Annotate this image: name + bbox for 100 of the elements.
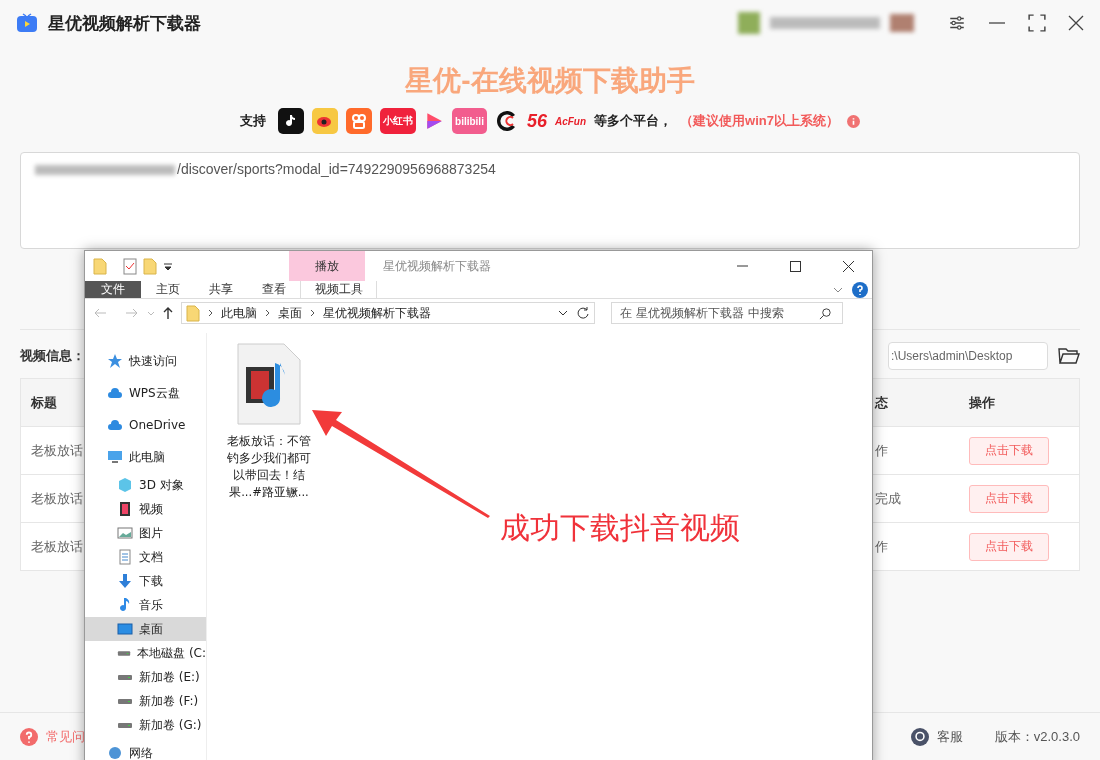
version-label: 版本：v2.0.3.0 xyxy=(994,727,1080,746)
video-file-icon[interactable] xyxy=(236,343,302,425)
ribbon-tab[interactable]: 主页 xyxy=(141,281,194,299)
chevron-right-icon xyxy=(310,309,315,318)
cube-icon xyxy=(117,477,133,493)
breadcrumb[interactable]: 星优视频解析下载器 xyxy=(323,304,431,322)
breadcrumb[interactable]: 此电脑 xyxy=(221,304,257,322)
platform-logo: 56 xyxy=(526,110,547,132)
ribbon-tab[interactable]: 视频工具 xyxy=(300,281,377,299)
maximize-icon[interactable] xyxy=(790,260,801,272)
folder-icon[interactable] xyxy=(1058,347,1080,365)
table-cell-text: 老板放话 xyxy=(30,441,83,460)
save-path-field[interactable]: :\Users\admin\Desktop xyxy=(888,342,1048,370)
cloud-icon xyxy=(107,388,123,398)
nav-label: 新加卷 (E:) xyxy=(139,668,200,686)
nav-item[interactable]: 快速访问 xyxy=(85,345,206,377)
desktop-icon xyxy=(117,623,133,635)
maximize-icon[interactable] xyxy=(1028,14,1046,32)
drive-icon xyxy=(117,673,133,681)
nav-label: 此电脑 xyxy=(129,448,165,466)
ribbon-tab[interactable]: 查看 xyxy=(247,281,300,299)
help-icon[interactable] xyxy=(20,727,38,746)
checklist-icon[interactable] xyxy=(123,257,137,275)
info-icon xyxy=(846,114,860,128)
film-icon xyxy=(119,501,131,517)
nav-label: 快速访问 xyxy=(129,352,177,370)
context-tab[interactable]: 播放 xyxy=(289,251,365,281)
nav-label: 3D 对象 xyxy=(139,476,184,494)
blurred-avatar xyxy=(890,14,914,32)
nav-item[interactable]: 视频 xyxy=(85,497,206,521)
up-arrow-icon[interactable] xyxy=(163,306,173,321)
nav-item[interactable]: 新加卷 (F:) xyxy=(85,689,206,713)
ribbon-tab[interactable]: 共享 xyxy=(194,281,247,299)
column-header: 标题 xyxy=(30,393,57,412)
system-warning: （建议使用win7以上系统） xyxy=(680,112,839,130)
nav-label: 新加卷 (F:) xyxy=(139,692,199,710)
nav-item[interactable]: 下载 xyxy=(85,569,206,593)
nav-item[interactable]: 音乐 xyxy=(85,593,206,617)
minimize-icon[interactable] xyxy=(988,22,1006,24)
breadcrumb[interactable]: 桌面 xyxy=(278,304,302,322)
nav-item[interactable]: 网络 xyxy=(85,737,206,760)
url-field[interactable]: /discover/sports?modal_id=7492290956968873254 xyxy=(20,152,1080,249)
cloud-icon xyxy=(107,420,123,430)
nav-item[interactable]: WPS云盘 xyxy=(85,377,206,409)
help-icon[interactable] xyxy=(852,281,868,298)
file-name[interactable]: 老板放话：不管钓多少我们都可以带回去！结果...#路亚鳜... xyxy=(225,433,313,501)
music-note-icon xyxy=(119,597,131,613)
settings-sliders-icon[interactable] xyxy=(948,14,966,32)
annotation-text: 成功下载抖音视频 xyxy=(500,510,740,546)
refresh-icon[interactable] xyxy=(576,306,590,321)
table-cell-text: 老板放话 xyxy=(30,489,83,508)
chevron-right-icon xyxy=(208,309,213,318)
service-link[interactable]: 客服 xyxy=(936,727,963,746)
drive-icon xyxy=(117,721,133,729)
nav-item[interactable]: 3D 对象 xyxy=(85,473,206,497)
nav-item[interactable]: OneDrive xyxy=(85,409,206,441)
url-text: /discover/sports?modal_id=7492290956968873254 xyxy=(177,161,496,177)
folder-icon xyxy=(143,257,157,275)
down-arrow-icon xyxy=(117,573,133,589)
platform-logo: 小红书 xyxy=(380,108,417,134)
nav-label: 本地磁盘 (C: xyxy=(137,644,206,662)
platform-note: 等多个平台， xyxy=(594,112,673,130)
nav-item[interactable]: 新加卷 (G:) xyxy=(85,713,206,737)
ribbon-tab[interactable]: 文件 xyxy=(85,281,141,299)
support-label: 支持 xyxy=(240,112,267,130)
platform-logo: bilibili xyxy=(452,108,487,134)
chevron-right-icon xyxy=(265,309,270,318)
nav-label: 网络 xyxy=(129,744,153,760)
address-bar[interactable]: 此电脑 桌面 星优视频解析下载器 xyxy=(181,302,595,325)
nav-label: 新加卷 (G:) xyxy=(139,716,202,734)
nav-label: OneDrive xyxy=(129,418,186,432)
drive-icon xyxy=(117,697,133,705)
dropdown-icon[interactable] xyxy=(163,261,173,271)
nav-item[interactable]: 新加卷 (E:) xyxy=(85,665,206,689)
nav-label: 图片 xyxy=(139,524,163,542)
table-cell-text: 作 xyxy=(874,537,888,556)
drive-icon xyxy=(117,649,132,657)
video-info-label: 视频信息： xyxy=(20,347,85,365)
search-field[interactable]: 在 星优视频解析下载器 中搜索 xyxy=(611,302,843,325)
close-icon[interactable] xyxy=(1068,15,1084,31)
nav-label: 文档 xyxy=(139,548,163,566)
table-cell-text: 完成 xyxy=(874,489,901,508)
nav-item[interactable]: 文档 xyxy=(85,545,206,569)
close-icon[interactable] xyxy=(843,260,854,272)
globe-icon xyxy=(108,746,122,760)
app-title: 星优视频解析下载器 xyxy=(48,12,201,35)
tv-logo-icon xyxy=(16,13,38,33)
chevron-down-icon[interactable] xyxy=(558,310,568,317)
nav-item[interactable]: 本地磁盘 (C: xyxy=(85,641,206,665)
nav-item[interactable]: 图片 xyxy=(85,521,206,545)
platform-logo: AcFun xyxy=(554,115,587,127)
picture-icon xyxy=(117,527,133,539)
nav-item[interactable]: 桌面 xyxy=(85,617,206,641)
table-cell-text: 老板放话 xyxy=(30,537,83,556)
nav-item[interactable]: 此电脑 xyxy=(85,441,206,473)
chat-icon[interactable] xyxy=(910,727,929,746)
nav-label: 桌面 xyxy=(139,620,163,638)
nav-label: 下载 xyxy=(139,572,163,590)
monitor-icon xyxy=(107,450,123,464)
folder-icon xyxy=(186,304,200,323)
